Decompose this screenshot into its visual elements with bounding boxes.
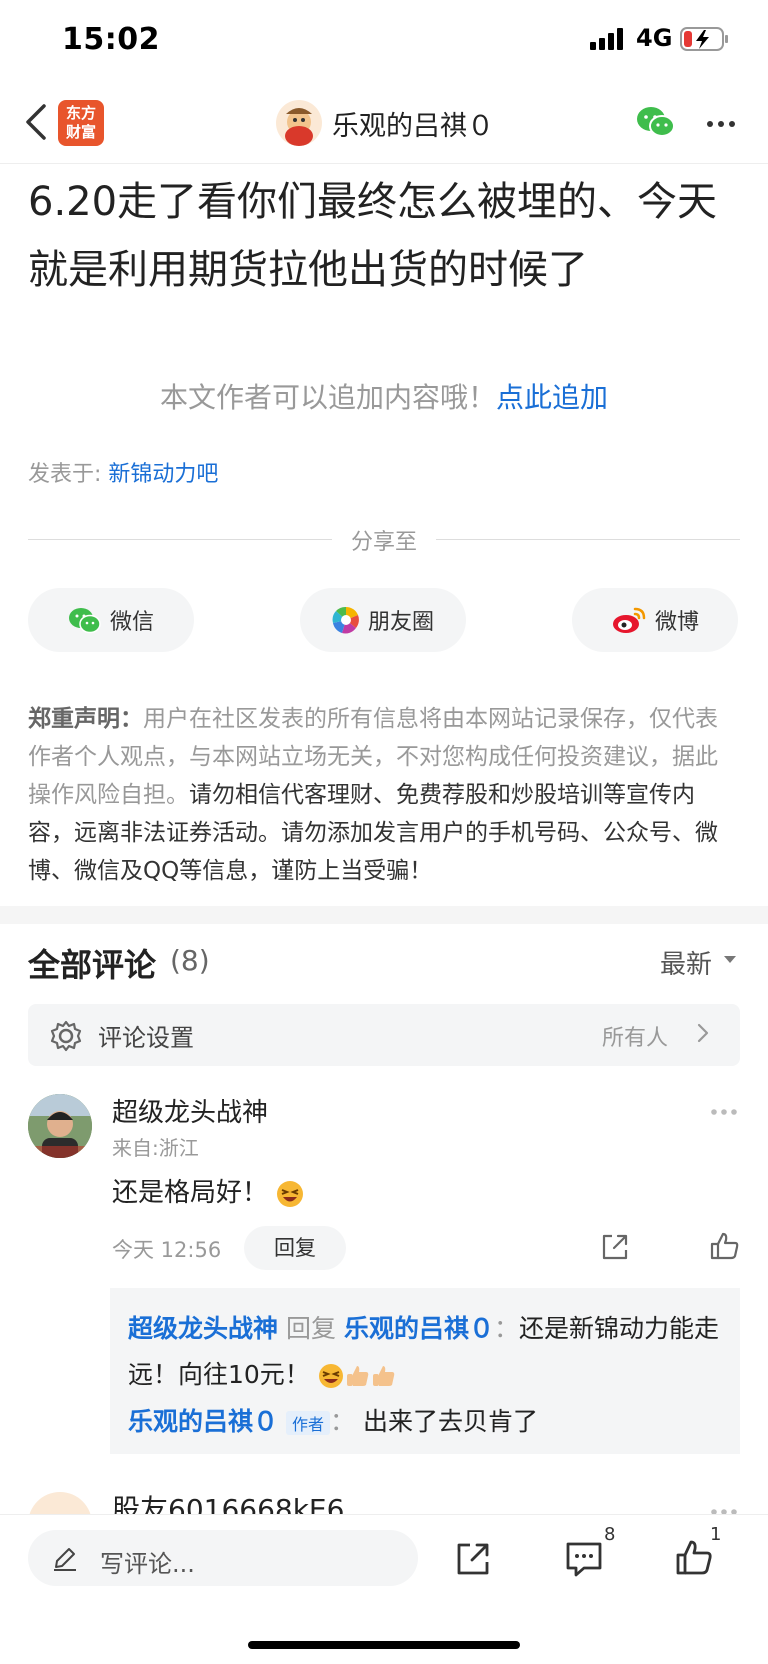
wechat-icon — [68, 608, 101, 634]
nav-title[interactable]: 乐观的吕祺０ — [332, 104, 494, 143]
posted-in: 发表于: 新锦动力吧 — [28, 456, 218, 488]
wechat-share-icon[interactable] — [636, 105, 676, 139]
sort-dropdown[interactable]: 最新 — [660, 944, 712, 981]
logo-line1: 东方 — [65, 104, 96, 122]
more-icon[interactable] — [706, 120, 736, 128]
battery-charging-icon — [680, 27, 728, 51]
reply-item: 超级龙头战神 回复 乐观的吕祺０：还是新锦动力能走远！向往10元！ — [128, 1306, 728, 1398]
disclaimer-lead: 郑重声明： — [28, 706, 143, 732]
comment-text: 还是格局好！ — [112, 1172, 304, 1209]
comment-count-badge: 8 — [604, 1524, 616, 1545]
reply-button[interactable]: 回复 — [244, 1226, 346, 1270]
share-wechat-button[interactable]: 微信 — [28, 588, 194, 652]
laughing-emoji-icon — [277, 1180, 304, 1207]
posted-prefix: 发表于: — [28, 462, 102, 487]
logo-line2: 财富 — [65, 123, 96, 141]
share-weibo-button[interactable]: 微博 — [572, 588, 738, 652]
thumbs-up-emoji-icon — [346, 1366, 369, 1386]
caret-down-icon[interactable] — [724, 956, 736, 963]
reply-separator: ： — [493, 1314, 519, 1343]
section-gap — [0, 906, 768, 924]
author-avatar[interactable] — [276, 100, 322, 146]
laughing-emoji-icon — [318, 1364, 343, 1388]
like-count-badge: 1 — [710, 1524, 722, 1545]
app-logo[interactable]: 东方 财富 — [58, 100, 104, 146]
weibo-icon — [612, 607, 646, 633]
status-time: 15:02 — [62, 22, 160, 57]
comment-location: 来自:浙江 — [112, 1136, 199, 1160]
thumbs-up-icon[interactable] — [674, 1538, 714, 1578]
comment-input[interactable] — [28, 1530, 418, 1586]
chevron-right-icon — [697, 1023, 709, 1043]
reply-to-user[interactable]: 乐观的吕祺０ — [344, 1314, 494, 1343]
share-icon[interactable] — [600, 1232, 630, 1262]
comments-count: (8) — [170, 944, 210, 977]
comment-more-icon[interactable] — [710, 1108, 738, 1116]
back-icon[interactable] — [24, 104, 48, 140]
moments-icon — [332, 606, 359, 634]
forum-link[interactable]: 新锦动力吧 — [108, 462, 218, 487]
reply-verb: 回复 — [285, 1314, 336, 1343]
avatar[interactable] — [28, 1094, 92, 1158]
append-prompt: 本文作者可以追加内容哦！点此追加 — [0, 376, 768, 416]
network-type: 4G — [636, 24, 673, 52]
share-weibo-label: 微博 — [654, 610, 699, 635]
comment-settings-value: 所有人 — [602, 1026, 669, 1051]
author-badge: 作者 — [285, 1411, 330, 1435]
append-link[interactable]: 点此追加 — [496, 381, 608, 414]
comment-time: 今天 12:56 — [112, 1238, 222, 1262]
comments-title: 全部评论 — [28, 946, 157, 984]
thumbs-up-icon[interactable] — [708, 1230, 740, 1262]
article-body: 6.20走了看你们最终怎么被埋的、今天就是利用期货拉他出货的时候了 — [28, 179, 718, 293]
thumbs-up-emoji-icon — [372, 1366, 395, 1386]
reply-author-text: 出来了去贝肯了 — [362, 1407, 538, 1436]
comment-author[interactable]: 超级龙头战神 — [112, 1092, 268, 1129]
comment-settings-label: 评论设置 — [98, 1024, 194, 1052]
comment-input-placeholder: 写评论... — [100, 1550, 195, 1578]
reply-item-author: 乐观的吕祺０ 作者： 出来了去贝肯了 — [128, 1402, 538, 1438]
share-moments-label: 朋友圈 — [367, 610, 434, 635]
cellular-signal-icon — [590, 28, 623, 50]
comment-icon[interactable] — [564, 1540, 604, 1578]
share-label: 分享至 — [350, 530, 417, 555]
gear-icon — [50, 1020, 82, 1052]
home-indicator — [248, 1641, 520, 1649]
reply-author-user[interactable]: 乐观的吕祺０ — [128, 1407, 278, 1436]
disclaimer: 郑重声明：用户在社区发表的所有信息将由本网站记录保存，仅代表作者个人观点，与本网… — [28, 700, 740, 890]
reply-separator: ： — [329, 1407, 355, 1436]
share-moments-button[interactable]: 朋友圈 — [300, 588, 466, 652]
share-wechat-label: 微信 — [109, 610, 154, 635]
reply-from-user[interactable]: 超级龙头战神 — [128, 1314, 278, 1343]
share-icon[interactable] — [454, 1540, 492, 1578]
mascot-icon — [285, 108, 313, 146]
append-prompt-text: 本文作者可以追加内容哦！ — [159, 381, 496, 414]
pen-icon — [54, 1548, 76, 1571]
comment-text-content: 还是格局好！ — [112, 1178, 269, 1208]
nav-divider — [0, 163, 768, 164]
user-photo — [28, 1094, 92, 1158]
